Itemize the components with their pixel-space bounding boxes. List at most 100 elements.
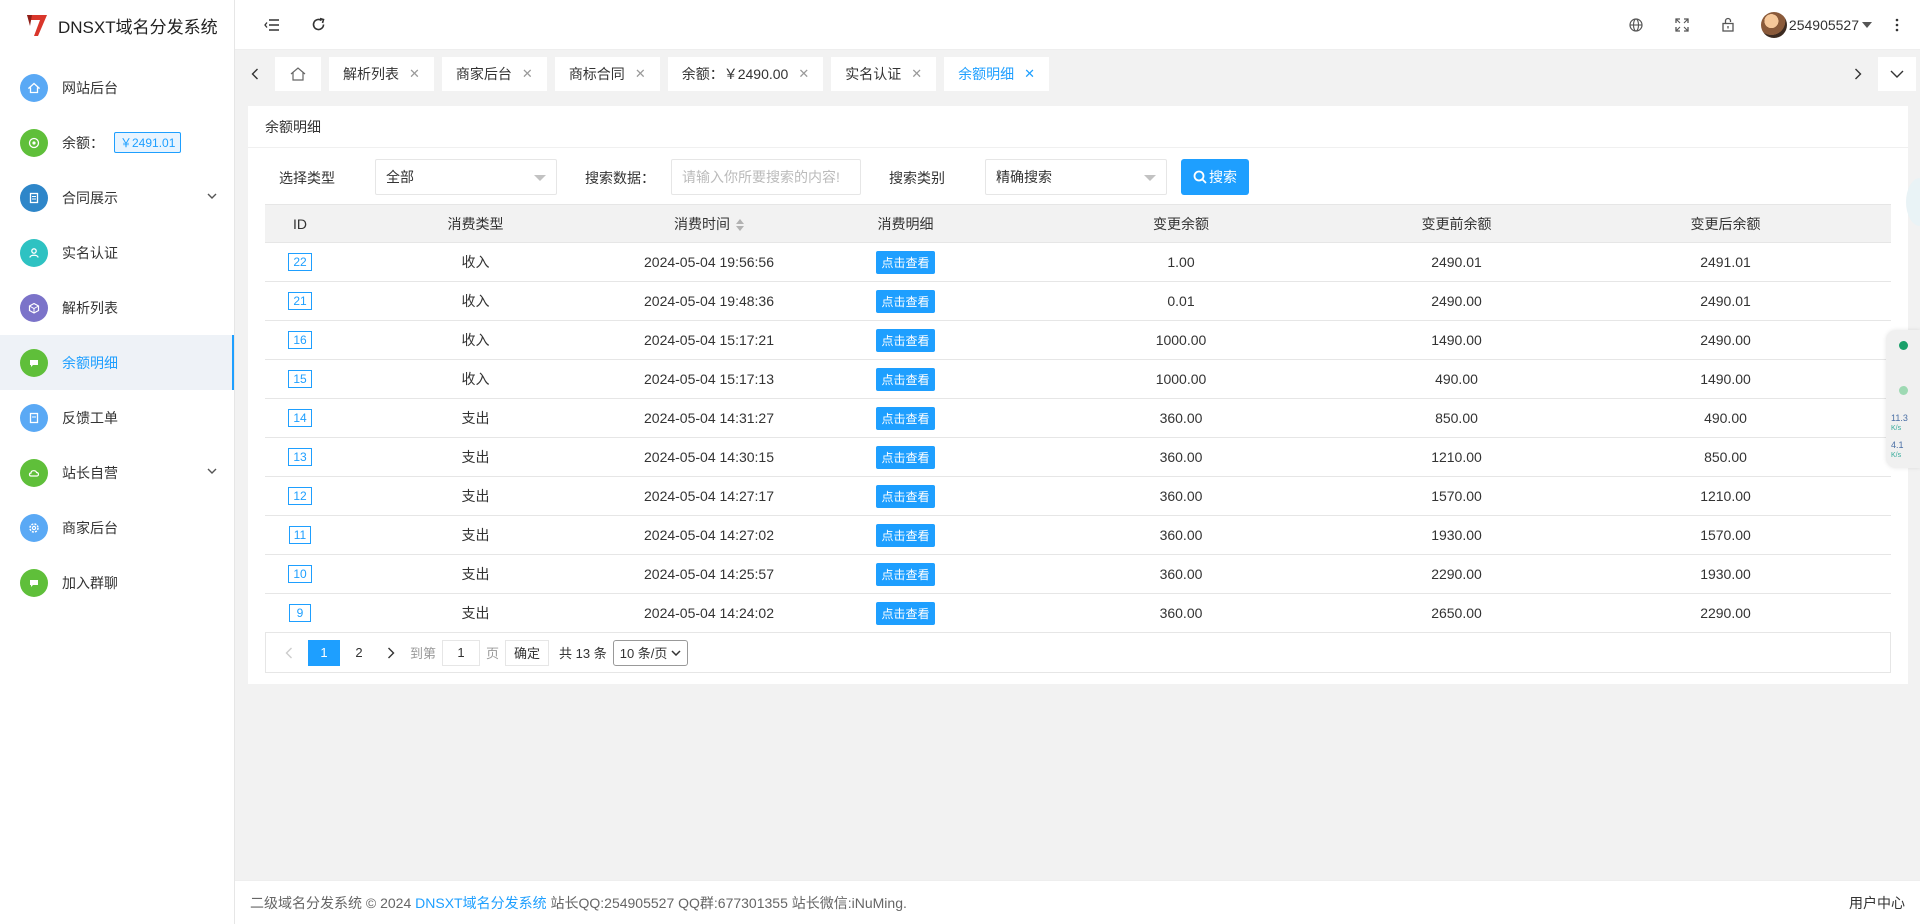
close-icon[interactable]: ✕ — [635, 66, 646, 82]
sidebar-item-self-operated[interactable]: 站长自营 — [0, 445, 234, 500]
next-page-icon[interactable] — [378, 640, 404, 666]
footer-link[interactable]: DNSXT域名分发系统 — [415, 893, 546, 913]
tab-balance[interactable]: 余额：￥2490.00 ✕ — [667, 57, 824, 91]
close-icon[interactable]: ✕ — [798, 66, 809, 82]
view-detail-button[interactable]: 点击查看 — [876, 250, 935, 274]
prev-page-icon[interactable] — [276, 640, 302, 666]
tab-trademark-contract[interactable]: 商标合同 ✕ — [554, 57, 660, 91]
tab-home[interactable] — [275, 57, 321, 91]
column-header[interactable]: ID — [265, 204, 335, 243]
type-select[interactable]: 全部 — [375, 159, 557, 195]
page-1[interactable]: 1 — [308, 639, 340, 666]
page-2[interactable]: 2 — [346, 640, 372, 666]
detail-cell: 点击查看 — [802, 281, 1009, 321]
page-tabs-bar: 解析列表 ✕ 商家后台 ✕ 商标合同 ✕ 余额：￥2490.00 ✕ 实名认证 ✕ 余额明… — [235, 50, 1920, 98]
before-cell: 490.00 — [1353, 359, 1560, 399]
sidebar-item-site-admin[interactable]: 网站后台 — [0, 60, 234, 115]
after-cell: 2491.01 — [1560, 242, 1891, 282]
search-mode-label: 搜索类别 — [889, 170, 945, 186]
change-cell: 360.00 — [1009, 593, 1353, 633]
search-input[interactable] — [671, 159, 861, 195]
tab-verification[interactable]: 实名认证 ✕ — [831, 57, 937, 91]
sidebar-item-label: 商家后台 — [62, 519, 118, 536]
sidebar-item-join-group[interactable]: 加入群聊 — [0, 555, 234, 610]
column-header[interactable]: 变更后余额 — [1560, 204, 1891, 243]
view-detail-button[interactable]: 点击查看 — [876, 445, 935, 469]
tab-dns-list[interactable]: 解析列表 ✕ — [329, 57, 434, 91]
close-icon[interactable]: ✕ — [1024, 66, 1035, 82]
download-speed: 4.1 — [1891, 440, 1904, 450]
app-logo[interactable]: DNSXT域名分发系统 — [0, 0, 234, 50]
sort-icon[interactable] — [736, 218, 744, 231]
sidebar-item-feedback[interactable]: 反馈工单 — [0, 390, 234, 445]
menu-fold-icon[interactable] — [249, 0, 295, 50]
column-header[interactable]: 变更前余额 — [1353, 204, 1560, 243]
before-cell: 1210.00 — [1353, 437, 1560, 477]
sidebar-item-verification[interactable]: 实名认证 — [0, 225, 234, 280]
sidebar-item-balance[interactable]: 余额： ￥2491.01 — [0, 115, 234, 170]
more-vertical-icon[interactable] — [1882, 0, 1912, 50]
id-cell: 11 — [265, 515, 335, 555]
view-detail-button[interactable]: 点击查看 — [876, 289, 935, 313]
user-menu[interactable]: 254905527 — [1751, 0, 1882, 50]
network-speed-widget[interactable]: 11.3 K/s 4.1 K/s — [1886, 330, 1920, 468]
tab-merchant[interactable]: 商家后台 ✕ — [441, 57, 547, 91]
view-detail-button[interactable]: 点击查看 — [876, 328, 935, 352]
view-detail-button[interactable]: 点击查看 — [876, 601, 935, 625]
tabs-scroll-right-icon[interactable] — [1838, 50, 1878, 98]
id-badge: 22 — [288, 253, 312, 271]
close-icon[interactable]: ✕ — [409, 66, 420, 82]
id-badge: 10 — [288, 565, 312, 583]
column-header[interactable]: 消费明细 — [802, 204, 1009, 243]
edge-handle[interactable] — [1906, 178, 1920, 226]
change-cell: 1000.00 — [1009, 359, 1353, 399]
tab-label: 商标合同 — [568, 66, 625, 82]
logo-icon — [24, 12, 50, 38]
type-cell: 支出 — [335, 476, 616, 516]
id-cell: 10 — [265, 554, 335, 594]
sidebar-item-label: 余额： — [62, 134, 104, 151]
cloud-icon — [20, 458, 48, 487]
close-icon[interactable]: ✕ — [522, 66, 533, 82]
caret-down-icon — [1144, 175, 1156, 181]
view-detail-button[interactable]: 点击查看 — [876, 367, 935, 391]
tab-balance-detail[interactable]: 余额明细 ✕ — [944, 57, 1050, 91]
id-badge: 14 — [288, 409, 312, 427]
search-data-label: 搜索数据： — [585, 170, 655, 186]
tabs-scroll-left-icon[interactable] — [235, 50, 275, 98]
view-detail-button[interactable]: 点击查看 — [876, 562, 935, 586]
username: 254905527 — [1788, 16, 1859, 33]
search-icon — [1193, 170, 1207, 184]
id-cell: 15 — [265, 359, 335, 399]
column-header[interactable]: 变更余额 — [1009, 204, 1353, 243]
view-detail-button[interactable]: 点击查看 — [876, 523, 935, 547]
refresh-icon[interactable] — [295, 0, 341, 50]
fullscreen-icon[interactable] — [1659, 0, 1705, 50]
column-header[interactable]: 消费类型 — [335, 204, 616, 243]
goto-page-input[interactable]: 1 — [442, 639, 481, 666]
page-size-select[interactable]: 10 条/页 — [612, 639, 689, 666]
before-cell: 2490.01 — [1353, 242, 1560, 282]
view-detail-button[interactable]: 点击查看 — [876, 484, 935, 508]
search-mode-select[interactable]: 精确搜索 — [985, 159, 1167, 195]
sidebar-item-dns-list[interactable]: 解析列表 — [0, 280, 234, 335]
top-bar-actions: 254905527 — [1613, 0, 1920, 50]
column-header-time[interactable]: 消费时间 — [616, 204, 802, 243]
view-detail-button[interactable]: 点击查看 — [876, 406, 935, 430]
user-center-link[interactable]: 用户中心 — [1849, 893, 1905, 913]
time-cell: 2024-05-04 14:27:02 — [616, 515, 802, 555]
goto-confirm-button[interactable]: 确定 — [505, 639, 550, 666]
search-button[interactable]: 搜索 — [1181, 159, 1249, 195]
sidebar-item-label: 站长自营 — [62, 464, 118, 481]
sidebar-item-merchant[interactable]: 商家后台 — [0, 500, 234, 555]
lock-icon[interactable] — [1705, 0, 1751, 50]
globe-icon[interactable] — [1613, 0, 1659, 50]
column-header-label: 消费时间 — [674, 215, 730, 232]
close-icon[interactable]: ✕ — [911, 66, 922, 82]
download-unit: K/s — [1891, 452, 1902, 459]
type-cell: 支出 — [335, 398, 616, 438]
sidebar-item-contracts[interactable]: 合同展示 — [0, 170, 234, 225]
tabs-menu-button[interactable] — [1878, 57, 1916, 91]
sidebar-item-balance-detail[interactable]: 余额明细 — [0, 335, 234, 390]
after-cell: 2290.00 — [1560, 593, 1891, 633]
